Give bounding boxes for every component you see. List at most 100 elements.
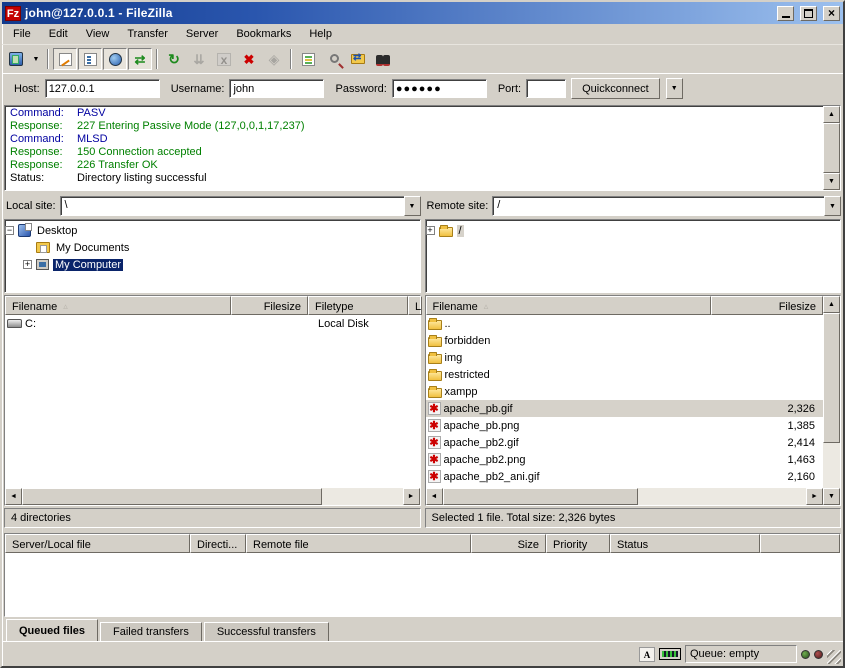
maximize-button[interactable]	[800, 6, 817, 21]
remote-horizontal-scrollbar[interactable]: ◄ ►	[426, 488, 824, 505]
password-input[interactable]	[392, 79, 487, 98]
file-row[interactable]: ✱apache_pb2_ani.gif2,160	[426, 468, 824, 485]
file-row[interactable]: img	[426, 349, 824, 366]
column-header-filesize[interactable]: Filesize	[231, 296, 308, 315]
tree-item-my-documents[interactable]: My Documents	[5, 239, 420, 256]
column-header-filename[interactable]: Filename▵	[5, 296, 231, 315]
scroll-down-icon[interactable]: ▼	[823, 173, 840, 190]
host-input[interactable]	[45, 79, 160, 98]
quickconnect-dropdown-button[interactable]: ▼	[666, 78, 683, 99]
file-row[interactable]: xampp	[426, 383, 824, 400]
local-site-combobox[interactable]: \ ▼	[60, 196, 421, 216]
column-header-filesize[interactable]: Filesize	[711, 296, 824, 315]
file-row-selected[interactable]: ✱apache_pb.gif2,326	[426, 400, 824, 417]
menu-transfer[interactable]: Transfer	[118, 25, 177, 43]
local-site-dropdown-button[interactable]: ▼	[404, 196, 421, 216]
tree-item-label[interactable]: Desktop	[35, 225, 79, 237]
site-manager-dropdown-button[interactable]: ▼	[29, 48, 43, 70]
scrollbar-track[interactable]	[638, 488, 807, 505]
scroll-left-icon[interactable]: ◄	[5, 488, 22, 505]
scrollbar-track[interactable]	[322, 488, 403, 505]
reconnect-button[interactable]: ◈	[262, 48, 286, 70]
minimize-button[interactable]	[777, 6, 794, 21]
menu-view[interactable]: View	[77, 25, 119, 43]
log-vertical-scrollbar[interactable]: ▲ ▼	[823, 106, 840, 190]
message-log[interactable]: Command:PASV Response:227 Entering Passi…	[5, 106, 823, 190]
file-row-c-drive[interactable]: C: Local Disk	[5, 315, 420, 332]
column-header-priority[interactable]: Priority	[546, 534, 610, 553]
remote-vertical-scrollbar[interactable]: ▲ ▼	[823, 296, 840, 505]
tree-item-label[interactable]: My Documents	[54, 242, 131, 254]
queue-body[interactable]	[5, 553, 840, 616]
column-header-size[interactable]: Size	[471, 534, 546, 553]
port-input[interactable]	[526, 79, 566, 98]
menu-help[interactable]: Help	[300, 25, 341, 43]
quickconnect-button[interactable]: Quickconnect	[571, 78, 660, 99]
scrollbar-thumb[interactable]	[22, 488, 322, 505]
column-header-last-modified[interactable]: L	[408, 296, 422, 315]
filename-filters-button[interactable]	[321, 48, 345, 70]
column-header-status[interactable]: Status	[610, 534, 760, 553]
cancel-operation-button[interactable]: x	[212, 48, 236, 70]
scroll-up-icon[interactable]: ▲	[823, 296, 840, 313]
remote-tree[interactable]: + /	[425, 219, 842, 293]
titlebar[interactable]: Fz john@127.0.0.1 - FileZilla ×	[2, 2, 843, 24]
toggle-message-log-button[interactable]	[53, 48, 77, 70]
toggle-transfer-queue-button[interactable]: ⇄	[128, 48, 152, 70]
column-header-filename[interactable]: Filename▵	[426, 296, 711, 315]
local-horizontal-scrollbar[interactable]: ◄ ►	[5, 488, 420, 505]
username-input[interactable]	[229, 79, 324, 98]
file-row[interactable]: ..	[426, 315, 824, 332]
close-button[interactable]: ×	[823, 6, 840, 21]
disconnect-button[interactable]: ✖	[237, 48, 261, 70]
tree-item-desktop[interactable]: − Desktop	[5, 222, 420, 239]
menu-file[interactable]: File	[4, 25, 40, 43]
remote-site-path[interactable]: /	[492, 196, 824, 216]
find-files-button[interactable]	[371, 48, 395, 70]
remote-list-body[interactable]: .. forbidden img restricted xampp ✱apach…	[426, 315, 824, 488]
local-list-body[interactable]: C: Local Disk	[5, 315, 420, 488]
tree-item-my-computer[interactable]: + My Computer	[5, 256, 420, 273]
local-tree[interactable]: − Desktop My Documents + My Computer	[4, 219, 421, 293]
file-row[interactable]: restricted	[426, 366, 824, 383]
column-header-filetype[interactable]: Filetype	[308, 296, 408, 315]
tab-failed-transfers[interactable]: Failed transfers	[100, 622, 202, 641]
file-row[interactable]: ✱apache_pb.png1,385	[426, 417, 824, 434]
scroll-down-icon[interactable]: ▼	[823, 488, 840, 505]
site-manager-button[interactable]	[4, 48, 28, 70]
menu-bookmarks[interactable]: Bookmarks	[227, 25, 300, 43]
scroll-up-icon[interactable]: ▲	[823, 106, 840, 123]
tree-item-label-selected[interactable]: My Computer	[53, 259, 123, 271]
tree-item-label-selected[interactable]: /	[457, 225, 464, 237]
tab-successful-transfers[interactable]: Successful transfers	[204, 622, 329, 641]
speed-limit-icon[interactable]	[659, 648, 681, 660]
collapse-icon[interactable]: −	[5, 226, 14, 235]
refresh-button[interactable]: ↻	[162, 48, 186, 70]
column-header-server-local-file[interactable]: Server/Local file	[5, 534, 190, 553]
menu-edit[interactable]: Edit	[40, 25, 77, 43]
file-row[interactable]: forbidden	[426, 332, 824, 349]
toggle-remote-tree-button[interactable]	[103, 48, 127, 70]
scroll-right-icon[interactable]: ►	[403, 488, 420, 505]
synchronized-browsing-button[interactable]	[346, 48, 370, 70]
scrollbar-thumb[interactable]	[823, 123, 840, 173]
scroll-right-icon[interactable]: ►	[806, 488, 823, 505]
scrollbar-thumb[interactable]	[443, 488, 638, 505]
remote-site-dropdown-button[interactable]: ▼	[824, 196, 841, 216]
resize-grip[interactable]	[827, 650, 841, 664]
column-header-direction[interactable]: Directi...	[190, 534, 246, 553]
local-site-path[interactable]: \	[60, 196, 404, 216]
toggle-local-tree-button[interactable]	[78, 48, 102, 70]
expand-icon[interactable]: +	[23, 260, 32, 269]
column-header-remote-file[interactable]: Remote file	[246, 534, 471, 553]
directory-comparison-button[interactable]	[296, 48, 320, 70]
remote-site-combobox[interactable]: / ▼	[492, 196, 841, 216]
scroll-left-icon[interactable]: ◄	[426, 488, 443, 505]
tree-item-root[interactable]: + /	[426, 222, 841, 239]
menu-server[interactable]: Server	[177, 25, 227, 43]
scrollbar-track[interactable]	[823, 443, 840, 488]
tab-queued-files[interactable]: Queued files	[6, 619, 98, 641]
file-row[interactable]: ✱apache_pb2.png1,463	[426, 451, 824, 468]
file-row[interactable]: ✱apache_pb2.gif2,414	[426, 434, 824, 451]
scrollbar-thumb[interactable]	[823, 313, 840, 443]
